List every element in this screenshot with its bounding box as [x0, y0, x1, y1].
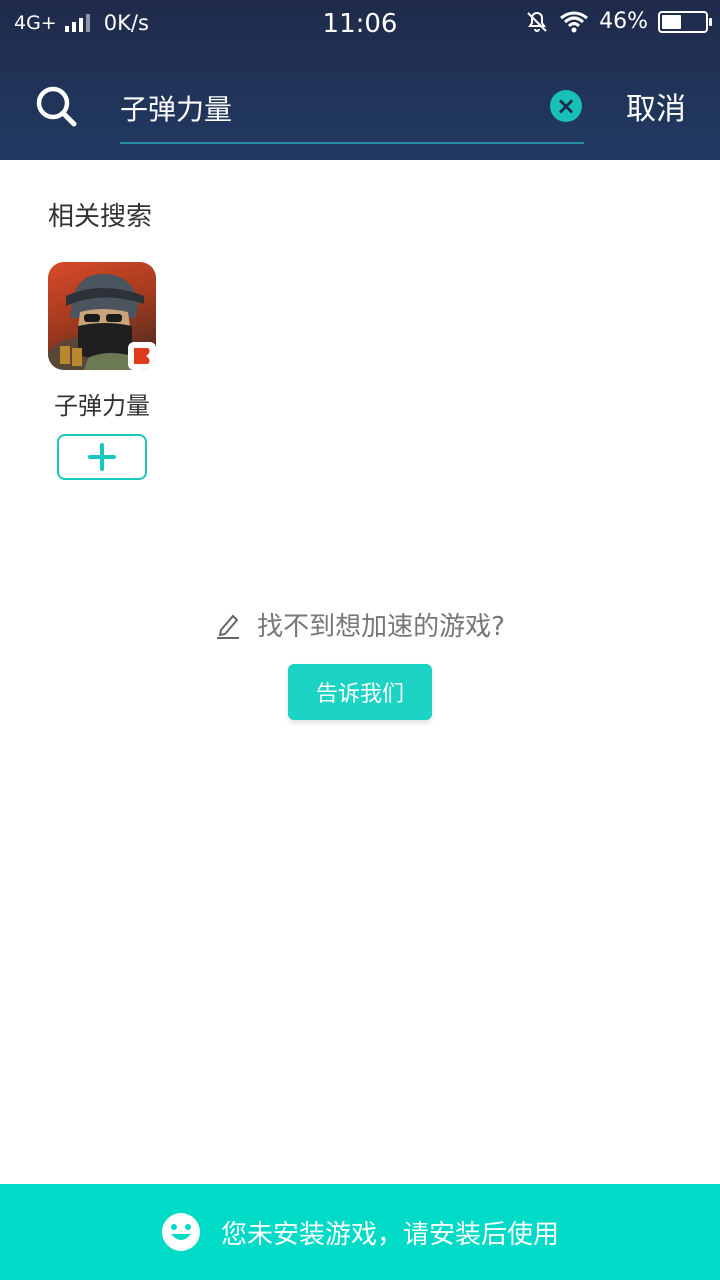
search-row: × 取消 — [0, 60, 720, 160]
app-header: 4G+ 0K/s 11:06 46% 子弹力量 × 取消 — [0, 0, 720, 160]
clear-search-icon[interactable]: × — [550, 90, 582, 122]
game-card[interactable]: 子弹力量 — [48, 262, 156, 480]
bottom-bar: 您未安装游戏，请安装后使用 — [0, 1184, 720, 1280]
search-input[interactable] — [120, 84, 520, 132]
bottom-message: 您未安装游戏，请安装后使用 — [220, 1219, 559, 1250]
status-bar: 4G+ 0K/s 11:06 46% — [0, 0, 720, 50]
cancel-button[interactable]: 取消 — [626, 84, 686, 128]
alarm-off-icon — [527, 11, 547, 32]
pencil-icon — [217, 614, 240, 639]
game-soldier-icon[interactable] — [48, 262, 156, 370]
battery-percent: 46% — [599, 9, 648, 34]
plus-icon — [88, 443, 116, 471]
tell-us-button[interactable]: 告诉我们 — [288, 664, 432, 720]
game-name: 子弹力量 — [54, 392, 150, 420]
add-game-button[interactable] — [57, 434, 147, 480]
search-icon[interactable] — [34, 84, 78, 128]
smiley-icon — [161, 1213, 200, 1251]
wifi-icon — [560, 11, 589, 32]
battery-icon — [658, 10, 712, 33]
search-field: × — [120, 78, 584, 144]
feedback-prompt: 找不到想加速的游戏? — [257, 612, 505, 642]
related-search-title: 相关搜索 — [48, 202, 153, 232]
battery-fill — [662, 14, 682, 29]
feedback-row: 找不到想加速的游戏? — [0, 606, 720, 643]
status-right: 46% — [525, 9, 712, 34]
